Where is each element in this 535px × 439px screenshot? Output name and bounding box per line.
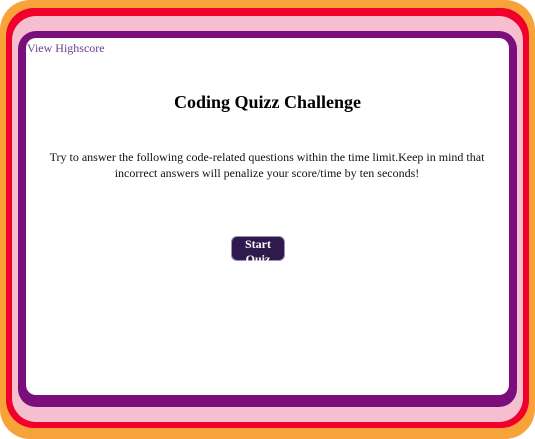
quiz-panel: View Highscore Coding Quizz Challenge Tr… — [26, 38, 509, 395]
page-title: Coding Quizz Challenge — [173, 92, 361, 112]
quiz-instructions: Try to answer the following code-related… — [49, 150, 485, 180]
view-highscore-link[interactable]: View Highscore — [27, 41, 105, 56]
start-quiz-button[interactable]: Start Quiz — [231, 236, 285, 266]
